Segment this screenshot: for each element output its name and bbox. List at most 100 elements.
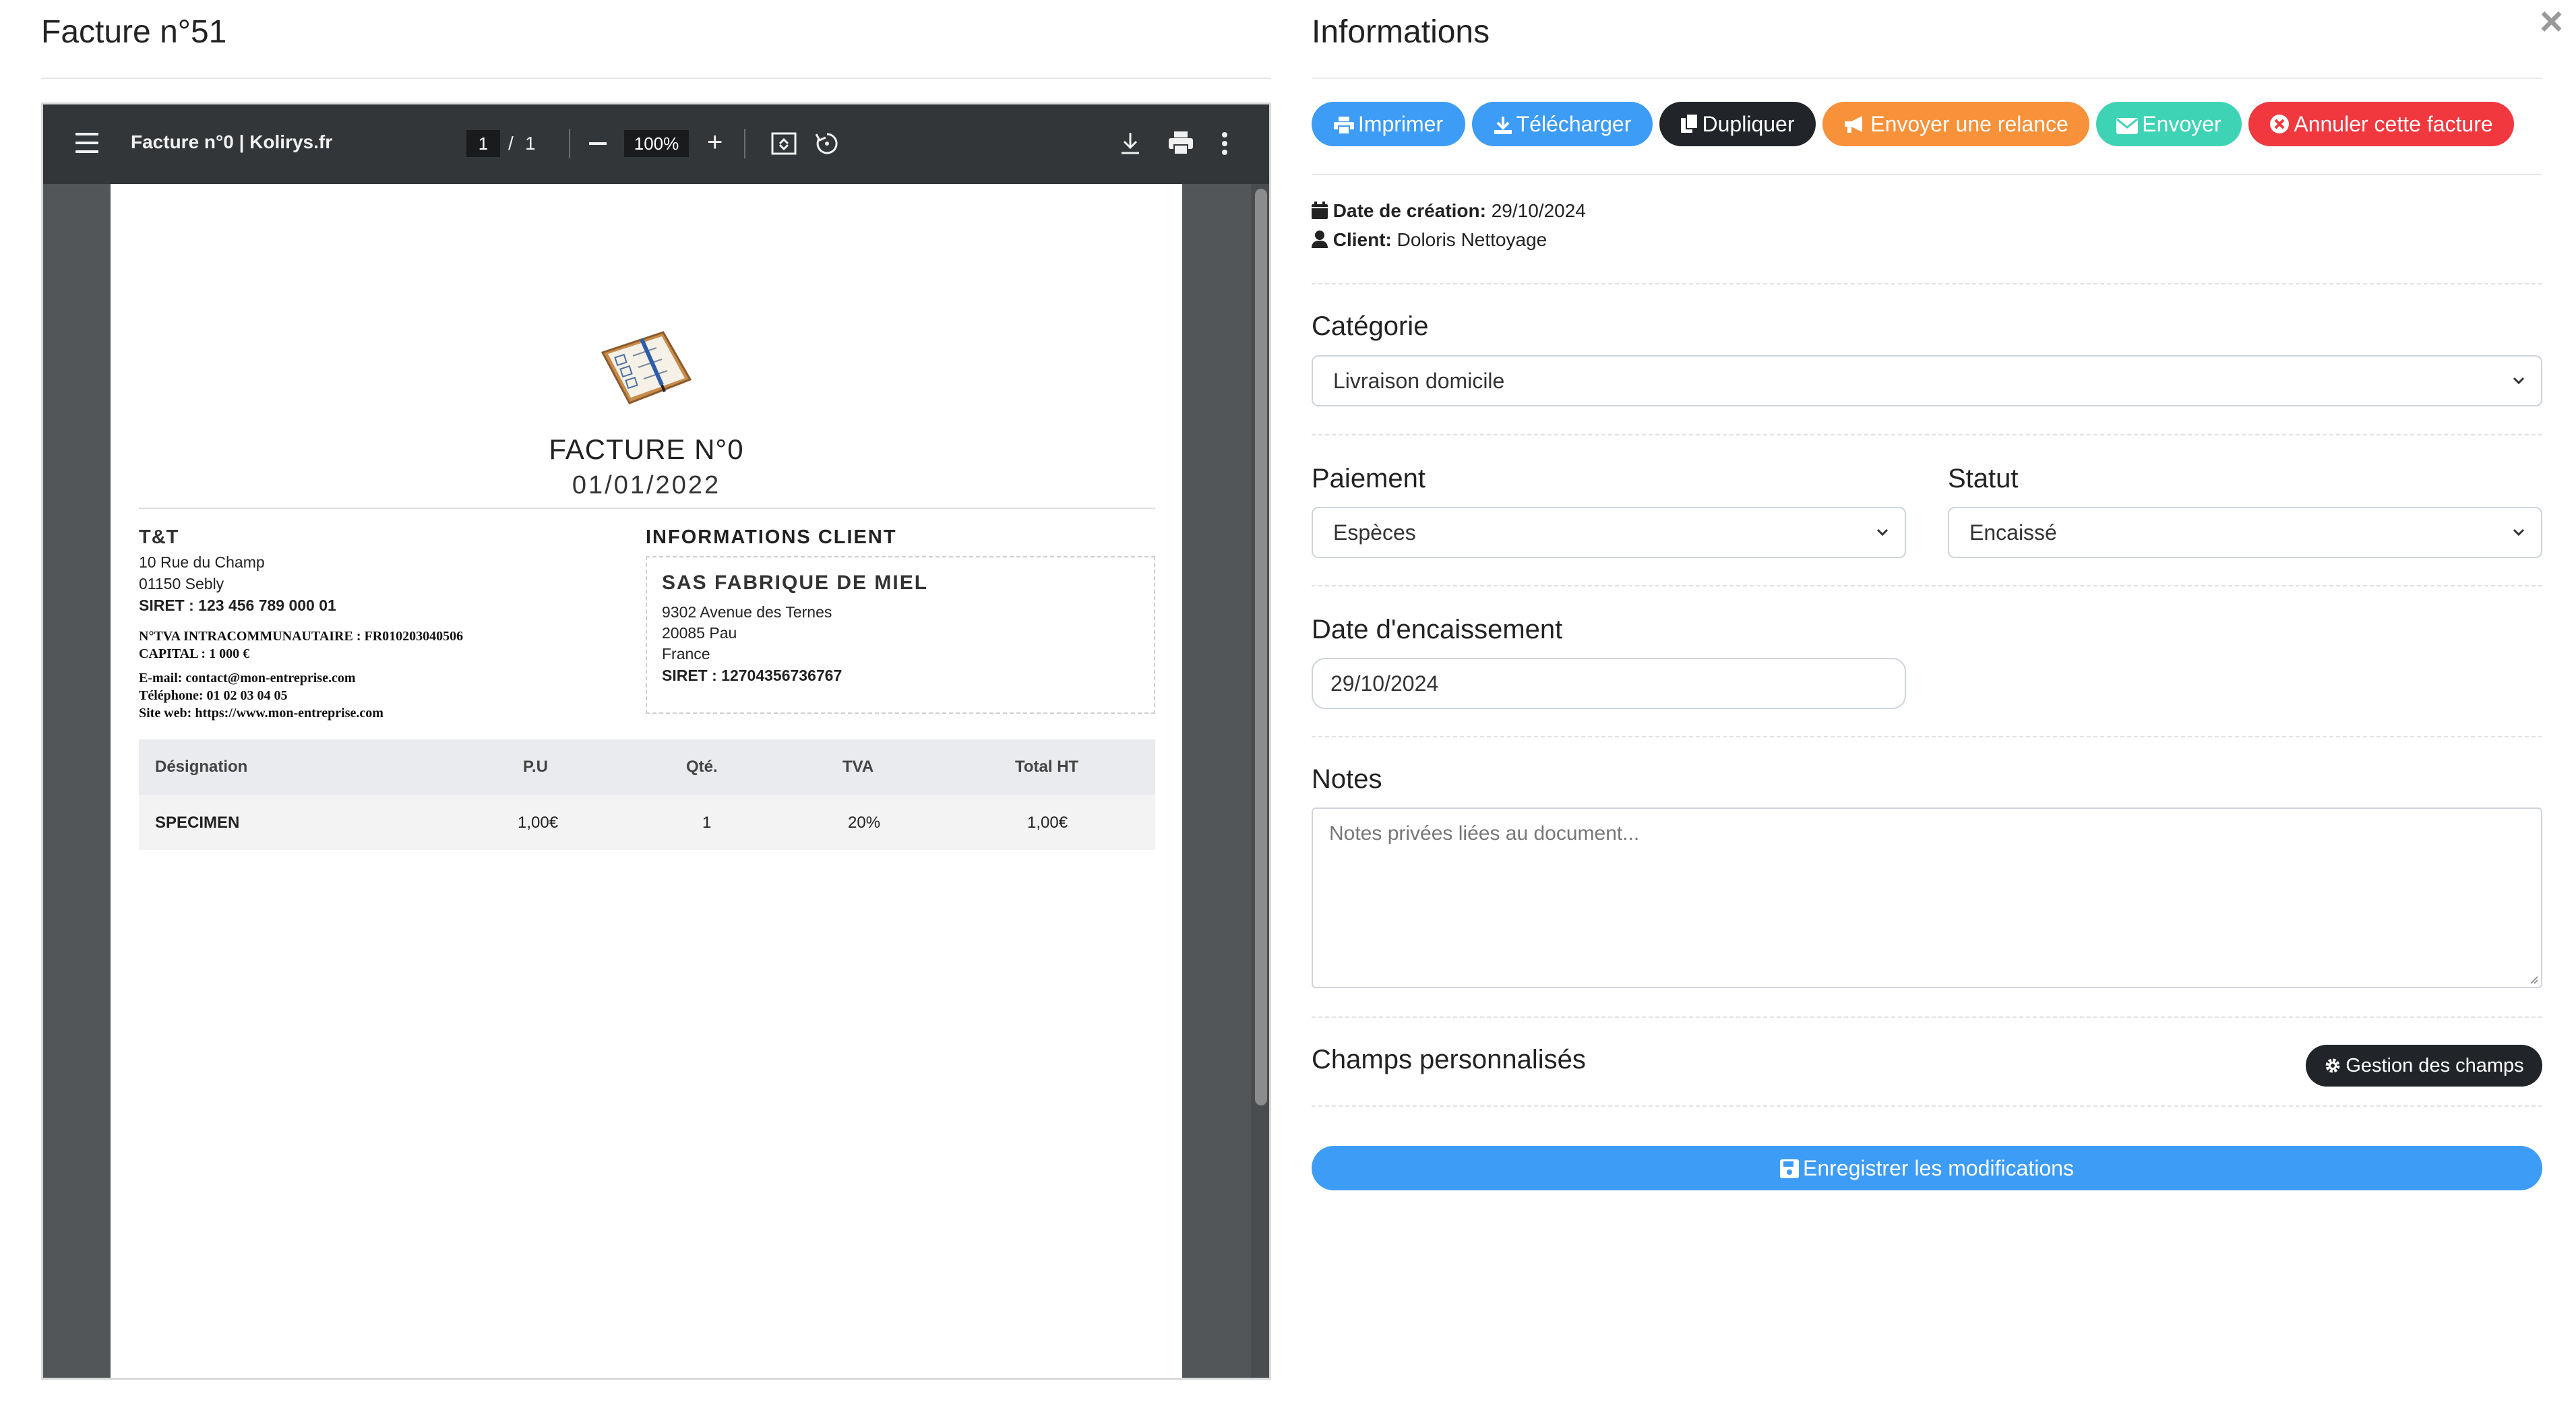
close-icon[interactable]: × bbox=[2540, 1, 2563, 42]
company-capital: CAPITAL : 1 000 € bbox=[139, 646, 250, 661]
toolbar-divider bbox=[744, 129, 745, 158]
status-selected-value: Encaissé bbox=[1969, 520, 2057, 545]
status-select[interactable]: Encaissé bbox=[1948, 507, 2542, 558]
section-divider bbox=[1312, 1105, 2542, 1107]
send-button[interactable]: Envoyer bbox=[2096, 102, 2242, 146]
company-tva: N°TVA INTRACOMMUNAUTAIRE : FR01020304050… bbox=[139, 629, 464, 644]
invoice-logo-icon bbox=[596, 326, 697, 417]
payment-selected-value: Espèces bbox=[1333, 520, 1416, 545]
table-header-tva: TVA bbox=[842, 758, 874, 776]
company-siret: SIRET : 123 456 789 000 01 bbox=[139, 597, 336, 614]
pdf-document-title: Facture n°0 | Kolirys.fr bbox=[131, 131, 333, 152]
client-country: France bbox=[662, 645, 710, 663]
page-total: 1 bbox=[525, 133, 536, 154]
toolbar-divider bbox=[569, 129, 570, 158]
times-circle-icon bbox=[2270, 115, 2290, 133]
fit-page-icon[interactable] bbox=[771, 131, 797, 159]
more-options-icon[interactable] bbox=[1221, 131, 1228, 159]
payment-label: Paiement bbox=[1312, 464, 1425, 493]
client-info: Client: Doloris Nettoyage bbox=[1312, 229, 1547, 251]
envelope-icon bbox=[2116, 118, 2139, 134]
client-name: SAS FABRIQUE DE MIEL bbox=[662, 572, 929, 594]
collection-date-label: Date d'encaissement bbox=[1312, 615, 1563, 644]
duplicate-button[interactable]: Dupliquer bbox=[1659, 102, 1816, 146]
company-email: E-mail: contact@mon-entreprise.com bbox=[139, 671, 356, 685]
page-number-input[interactable]: 1 bbox=[466, 130, 500, 157]
pdf-scrollbar-thumb[interactable] bbox=[1255, 189, 1267, 1105]
duplicate-button-label: Dupliquer bbox=[1702, 112, 1795, 136]
invoice-divider bbox=[139, 508, 1155, 509]
download-icon bbox=[1494, 117, 1512, 134]
category-selected-value: Livraison domicile bbox=[1333, 369, 1505, 393]
invoice-title: FACTURE N°0 bbox=[549, 433, 744, 465]
manage-fields-button[interactable]: Gestion des champs bbox=[2306, 1045, 2542, 1087]
download-button-label: Télécharger bbox=[1516, 112, 1632, 136]
client-value: Doloris Nettoyage bbox=[1397, 229, 1547, 250]
category-label: Catégorie bbox=[1312, 311, 1429, 341]
table-cell-total-ht: 1,00€ bbox=[1027, 814, 1068, 832]
table-header-unit-price: P.U bbox=[523, 758, 548, 776]
table-row bbox=[139, 795, 1155, 850]
section-divider bbox=[1312, 174, 2542, 175]
table-cell-quantity: 1 bbox=[702, 814, 712, 832]
rotate-icon[interactable] bbox=[814, 130, 840, 160]
floppy-disk-icon bbox=[1780, 1159, 1800, 1178]
section-divider bbox=[1312, 1016, 2542, 1018]
company-address-line: 10 Rue du Champ bbox=[139, 553, 265, 571]
user-icon bbox=[1312, 231, 1328, 248]
collection-date-input[interactable]: 29/10/2024 bbox=[1312, 658, 1906, 709]
zoom-in-icon[interactable]: + bbox=[707, 127, 723, 157]
zoom-level-input[interactable]: 100% bbox=[624, 130, 689, 157]
pdf-page: FACTURE N°0 01/01/2022 T&T 10 Rue du Cha… bbox=[111, 184, 1182, 1378]
creation-date-label: Date de création: bbox=[1332, 200, 1486, 221]
client-siret: SIRET : 12704356736767 bbox=[662, 667, 842, 684]
bullhorn-icon bbox=[1845, 116, 1863, 133]
send-reminder-button[interactable]: Envoyer une relance bbox=[1822, 102, 2089, 146]
creation-date: Date de création: 29/10/2024 bbox=[1312, 200, 1586, 222]
section-divider bbox=[1312, 585, 2542, 586]
chevron-down-icon bbox=[2513, 528, 2525, 537]
save-changes-button[interactable]: Enregistrer les modifications bbox=[1312, 1146, 2542, 1190]
menu-icon[interactable] bbox=[75, 133, 98, 153]
client-label: Client: bbox=[1332, 229, 1392, 250]
cancel-invoice-button[interactable]: Annuler cette facture bbox=[2248, 102, 2514, 146]
company-website: Site web: https://www.mon-entreprise.com bbox=[139, 706, 384, 721]
zoom-out-icon[interactable] bbox=[589, 142, 607, 145]
page-separator: / bbox=[508, 133, 514, 154]
notes-placeholder: Notes privées liées au document... bbox=[1329, 822, 1640, 845]
section-divider bbox=[1312, 283, 2542, 284]
pdf-viewer[interactable]: Facture n°0 | Kolirys.fr 1 / 1 100% + FA… bbox=[41, 102, 1271, 1380]
pdf-toolbar: Facture n°0 | Kolirys.fr 1 / 1 100% + bbox=[43, 104, 1269, 184]
payment-select[interactable]: Espèces bbox=[1312, 507, 1906, 558]
manage-fields-button-label: Gestion des champs bbox=[2345, 1055, 2524, 1076]
send-reminder-button-label: Envoyer une relance bbox=[1870, 112, 2068, 136]
copy-icon bbox=[1680, 113, 1698, 133]
creation-date-value: 29/10/2024 bbox=[1491, 200, 1586, 221]
chevron-down-icon bbox=[1876, 528, 1889, 537]
table-cell-unit-price: 1,00€ bbox=[518, 814, 559, 832]
company-phone: Téléphone: 01 02 03 04 05 bbox=[139, 688, 288, 703]
notes-textarea[interactable]: Notes privées liées au document... bbox=[1312, 807, 2542, 988]
table-header-quantity: Qté. bbox=[686, 758, 718, 776]
print-button[interactable]: Imprimer bbox=[1312, 102, 1465, 146]
download-button[interactable]: Télécharger bbox=[1472, 102, 1653, 146]
invoice-date: 01/01/2022 bbox=[572, 471, 721, 499]
company-name: T&T bbox=[139, 526, 179, 548]
table-header-designation: Désignation bbox=[155, 758, 248, 776]
print-button-label: Imprimer bbox=[1357, 112, 1444, 136]
client-address-line: 20085 Pau bbox=[662, 624, 737, 642]
invoice-page-title: Facture n°51 bbox=[41, 14, 227, 50]
table-cell-designation: SPECIMEN bbox=[155, 814, 240, 832]
custom-fields-label: Champs personnalisés bbox=[1312, 1045, 1586, 1074]
resize-grip-icon[interactable] bbox=[2527, 973, 2538, 984]
cancel-invoice-button-label: Annuler cette facture bbox=[2294, 112, 2493, 136]
status-label: Statut bbox=[1948, 464, 2019, 493]
right-divider bbox=[1312, 78, 2542, 79]
print-icon[interactable] bbox=[1167, 130, 1194, 159]
client-address-line: 9302 Avenue des Ternes bbox=[662, 603, 832, 621]
notes-label: Notes bbox=[1312, 764, 1382, 794]
download-icon[interactable] bbox=[1119, 130, 1142, 159]
left-divider bbox=[41, 78, 1271, 79]
category-select[interactable]: Livraison domicile bbox=[1312, 355, 2542, 406]
save-changes-button-label: Enregistrer les modifications bbox=[1803, 1156, 2074, 1180]
